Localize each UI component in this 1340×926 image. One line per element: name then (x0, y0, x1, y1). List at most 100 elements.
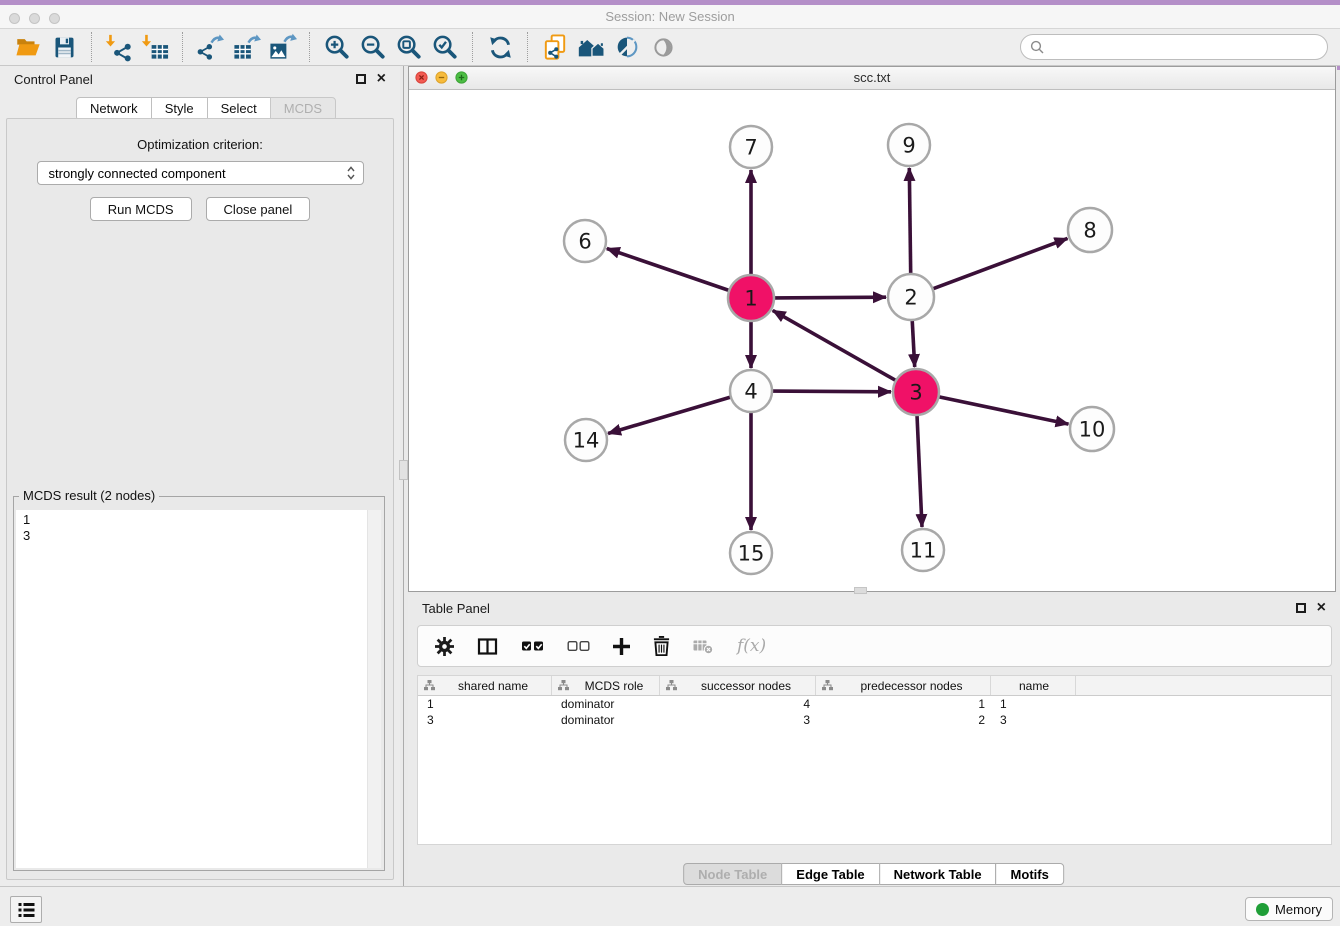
table-cell[interactable]: 1 (816, 697, 991, 711)
table-row[interactable]: 3dominator323 (418, 712, 1331, 728)
mcds-result-lines: 1 3 (23, 512, 381, 543)
table-cell[interactable]: 1 (991, 697, 1076, 711)
graph-edge-1-2[interactable] (774, 297, 886, 298)
show-hide-eye-icon[interactable] (645, 31, 681, 63)
graph-node-label-8: 8 (1083, 219, 1096, 243)
home-view-icon[interactable] (573, 31, 609, 63)
tab-motifs[interactable]: Motifs (996, 863, 1064, 885)
clone-network-icon[interactable] (537, 31, 573, 63)
network-window-title: scc.txt (409, 67, 1335, 89)
close-panel-button[interactable]: Close panel (206, 197, 311, 221)
table-cell[interactable]: 4 (660, 697, 816, 711)
apply-style-icon[interactable] (609, 31, 645, 63)
run-mcds-button[interactable]: Run MCDS (90, 197, 192, 221)
table-cell[interactable]: dominator (552, 697, 660, 711)
column-header-label: successor nodes (681, 679, 811, 693)
column-header-label: name (997, 679, 1071, 693)
tab-edge-table[interactable]: Edge Table (781, 863, 879, 885)
save-session-icon[interactable] (46, 31, 82, 63)
table-cell[interactable]: dominator (552, 713, 660, 727)
network-view-window: scc.txt 7968124314101511 (408, 66, 1336, 592)
zoom-fit-icon[interactable] (391, 31, 427, 63)
criterion-select[interactable]: strongly connected component (37, 161, 364, 185)
column-tree-icon (558, 680, 569, 691)
column-header-label: predecessor nodes (837, 679, 986, 693)
graph-edge-3-11[interactable] (917, 415, 922, 527)
task-history-button[interactable] (10, 896, 42, 923)
node-table[interactable]: shared name MCDS role successor nodes prede… (417, 675, 1332, 845)
export-network-icon[interactable] (192, 31, 228, 63)
function-builder-icon[interactable]: f(x) (737, 636, 766, 656)
column-header-label: MCDS role (573, 679, 655, 693)
close-panel-icon[interactable]: × (377, 73, 386, 85)
vertical-splitter-handle[interactable] (399, 460, 408, 480)
export-image-icon[interactable] (264, 31, 300, 63)
select-none-unchecked-icon[interactable] (567, 640, 590, 652)
horizontal-splitter-handle[interactable] (854, 587, 867, 594)
graph-node-label-15: 15 (738, 542, 765, 566)
float-table-panel-icon[interactable] (1296, 603, 1306, 613)
export-table-icon[interactable] (228, 31, 264, 63)
add-column-icon[interactable] (613, 638, 630, 655)
graph-node-label-11: 11 (910, 539, 937, 563)
refresh-layout-icon[interactable] (482, 31, 518, 63)
open-session-icon[interactable] (10, 31, 46, 63)
gear-icon[interactable] (435, 637, 454, 656)
toolbar-divider (182, 32, 183, 62)
result-scrollbar[interactable] (367, 510, 381, 868)
column-header-predecessor-nodes[interactable]: predecessor nodes (816, 676, 991, 695)
mcds-result-area[interactable]: 1 3 (16, 510, 381, 868)
mcds-result-title: MCDS result (2 nodes) (19, 488, 159, 503)
zoom-selected-icon[interactable] (427, 31, 463, 63)
column-header-shared-name[interactable]: shared name (418, 676, 552, 695)
split-columns-icon[interactable] (477, 637, 498, 656)
table-row[interactable]: 1dominator411 (418, 696, 1331, 712)
column-header-MCDS-role[interactable]: MCDS role (552, 676, 660, 695)
search-icon (1030, 40, 1045, 55)
table-cell[interactable]: 3 (660, 713, 816, 727)
toolbar-divider (91, 32, 92, 62)
column-tree-icon (666, 680, 677, 691)
graph-node-label-7: 7 (744, 136, 757, 160)
application-window: Session: New Session (0, 0, 1340, 926)
float-panel-icon[interactable] (356, 74, 366, 84)
graph-edge-2-3[interactable] (912, 320, 915, 367)
graph-edge-3-10[interactable] (939, 397, 1069, 424)
tab-network-table[interactable]: Network Table (879, 863, 997, 885)
graph-edge-2-9[interactable] (909, 168, 910, 274)
graph-node-label-3: 3 (909, 381, 922, 405)
column-header-name[interactable]: name (991, 676, 1076, 695)
zoom-out-icon[interactable] (355, 31, 391, 63)
memory-button[interactable]: Memory (1245, 897, 1333, 921)
table-cell[interactable]: 3 (418, 713, 552, 727)
graph-edge-4-14[interactable] (608, 397, 731, 434)
import-network-icon[interactable] (101, 31, 137, 63)
delete-column-icon[interactable] (653, 636, 670, 656)
graph-edge-3-1[interactable] (773, 310, 896, 380)
graph-edge-4-3[interactable] (772, 391, 891, 392)
table-cell[interactable]: 2 (816, 713, 991, 727)
import-table-icon[interactable] (137, 31, 173, 63)
search-box[interactable] (1020, 34, 1328, 60)
select-all-checked-icon[interactable] (521, 640, 544, 652)
table-cell[interactable]: 1 (418, 697, 552, 711)
search-input[interactable] (1050, 39, 1318, 56)
status-bar: Memory (0, 886, 1340, 926)
graph-node-label-2: 2 (904, 286, 917, 310)
graph-edge-1-6[interactable] (607, 249, 729, 291)
delete-table-icon[interactable] (693, 639, 714, 654)
mcds-result-fieldset: MCDS result (2 nodes) 1 3 (13, 496, 385, 871)
graph-edge-2-8[interactable] (933, 238, 1068, 289)
table-cell[interactable]: 3 (991, 713, 1076, 727)
graph-node-label-1: 1 (744, 287, 757, 311)
tab-node-table[interactable]: Node Table (683, 863, 782, 885)
zoom-in-icon[interactable] (319, 31, 355, 63)
column-header-successor-nodes[interactable]: successor nodes (660, 676, 816, 695)
close-table-panel-icon[interactable]: × (1317, 602, 1326, 614)
toolbar-divider (309, 32, 310, 62)
network-canvas[interactable]: 7968124314101511 (409, 90, 1335, 591)
column-tree-icon (424, 680, 435, 691)
optimization-criterion-label: Optimization criterion: (7, 137, 393, 152)
titlebar: Session: New Session (0, 5, 1340, 29)
toolbar-divider (527, 32, 528, 62)
